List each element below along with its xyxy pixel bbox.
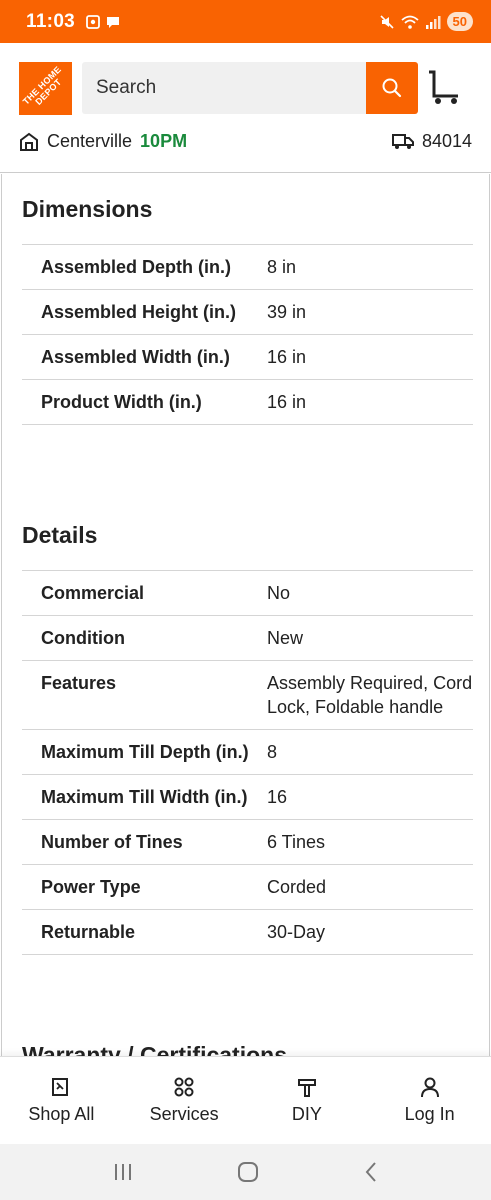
logo-text: THE HOME DEPOT	[20, 63, 64, 107]
bottom-nav: Shop All Services DIY Log In	[0, 1056, 491, 1144]
table-row: Maximum Till Width (in.) 16	[22, 774, 473, 819]
spec-value: 6 Tines	[267, 832, 326, 852]
spec-name: Features	[41, 673, 117, 693]
search-field[interactable]	[82, 62, 366, 114]
spec-name: Returnable	[41, 922, 136, 942]
home-depot-logo[interactable]: THE HOME DEPOT	[19, 62, 72, 115]
spec-value: Assembly Required, Cord Lock, Foldable h…	[267, 673, 473, 717]
spec-name: Assembled Width (in.)	[41, 347, 230, 367]
truck-icon	[391, 134, 414, 149]
next-section-title: Warranty / Certifications	[22, 1042, 287, 1056]
table-row: Maximum Till Depth (in.) 8	[22, 729, 473, 774]
search-button[interactable]	[366, 62, 418, 114]
status-time: 11:03	[26, 10, 76, 32]
signal-icon	[425, 15, 441, 29]
chat-bubble-icon	[107, 16, 120, 28]
shop-all-icon	[52, 1078, 69, 1096]
product-specs: Dimensions Assembled Depth (in.) 8 in As…	[0, 174, 491, 1056]
table-row: Condition New	[22, 615, 473, 660]
spec-name: Assembled Height (in.)	[41, 302, 237, 322]
dimensions-table: Assembled Depth (in.) 8 in Assembled Hei…	[22, 244, 473, 425]
details-title: Details	[22, 522, 98, 548]
nav-label: Shop All	[28, 1104, 95, 1124]
search-icon	[382, 78, 402, 98]
store-selector[interactable]: Centerville 10PM	[19, 131, 187, 152]
store-icon	[20, 132, 38, 151]
search-input[interactable]	[96, 77, 366, 99]
specs-panel: Dimensions Assembled Depth (in.) 8 in As…	[1, 174, 490, 1056]
diy-icon	[297, 1079, 316, 1097]
spec-value: No	[267, 583, 291, 603]
battery-indicator: 50	[446, 12, 473, 31]
table-row: Assembled Height (in.) 39 in	[22, 289, 473, 334]
app-header: THE HOME DEPOT Centerville 10PM 84014	[0, 43, 491, 173]
mute-icon	[379, 14, 394, 29]
table-row: Assembled Depth (in.) 8 in	[22, 244, 473, 289]
spec-name: Product Width (in.)	[41, 392, 202, 412]
delivery-zip: 84014	[421, 131, 472, 151]
system-nav-bar	[0, 1144, 491, 1200]
cart-button[interactable]	[426, 69, 462, 107]
store-hours: 10PM	[140, 131, 188, 151]
spec-name: Condition	[41, 628, 125, 648]
wifi-icon	[400, 15, 419, 29]
services-icon	[174, 1077, 194, 1097]
spec-name: Assembled Depth (in.)	[41, 257, 232, 277]
dimensions-title: Dimensions	[22, 196, 153, 222]
delivery-zip-selector[interactable]: 84014	[391, 131, 472, 152]
status-bar: 11:03 50	[0, 0, 491, 43]
spec-value: 8 in	[267, 257, 297, 277]
nav-label: Services	[149, 1104, 219, 1124]
back-icon[interactable]	[363, 1161, 379, 1183]
nav-diy[interactable]: DIY	[246, 1057, 369, 1144]
table-row: Number of Tines 6 Tines	[22, 819, 473, 864]
spec-name: Maximum Till Width (in.)	[41, 787, 248, 807]
spec-value: New	[267, 628, 304, 648]
cart-icon	[429, 70, 458, 104]
spec-value: 16	[267, 787, 288, 807]
spec-value: 39 in	[267, 302, 307, 322]
spec-name: Number of Tines	[41, 832, 183, 852]
spec-value: 8	[267, 742, 278, 762]
spec-name: Power Type	[41, 877, 141, 897]
home-icon[interactable]	[237, 1161, 259, 1183]
store-name: Centerville	[47, 131, 133, 151]
table-row: Assembled Width (in.) 16 in	[22, 334, 473, 379]
table-row: Product Width (in.) 16 in	[22, 379, 473, 425]
spec-name: Maximum Till Depth (in.)	[41, 742, 249, 762]
nav-shop-all[interactable]: Shop All	[0, 1057, 123, 1144]
spec-value: 16 in	[267, 392, 307, 412]
nav-log-in[interactable]: Log In	[368, 1057, 491, 1144]
spec-value: 30-Day	[267, 922, 326, 942]
user-icon	[420, 1077, 439, 1098]
screenshot-icon	[86, 14, 100, 29]
nav-label: DIY	[291, 1104, 322, 1124]
spec-name: Commercial	[41, 583, 145, 603]
spec-value: Corded	[267, 877, 327, 897]
table-row: Commercial No	[22, 570, 473, 615]
nav-label: Log In	[404, 1104, 455, 1124]
details-table: Commercial No Condition New Features Ass…	[22, 570, 473, 955]
spec-value: 16 in	[267, 347, 307, 367]
recents-icon[interactable]	[112, 1162, 134, 1182]
table-row: Power Type Corded	[22, 864, 473, 909]
nav-services[interactable]: Services	[123, 1057, 246, 1144]
table-row: Features Assembly Required, Cord Lock, F…	[22, 660, 473, 729]
table-row: Returnable 30-Day	[22, 909, 473, 955]
